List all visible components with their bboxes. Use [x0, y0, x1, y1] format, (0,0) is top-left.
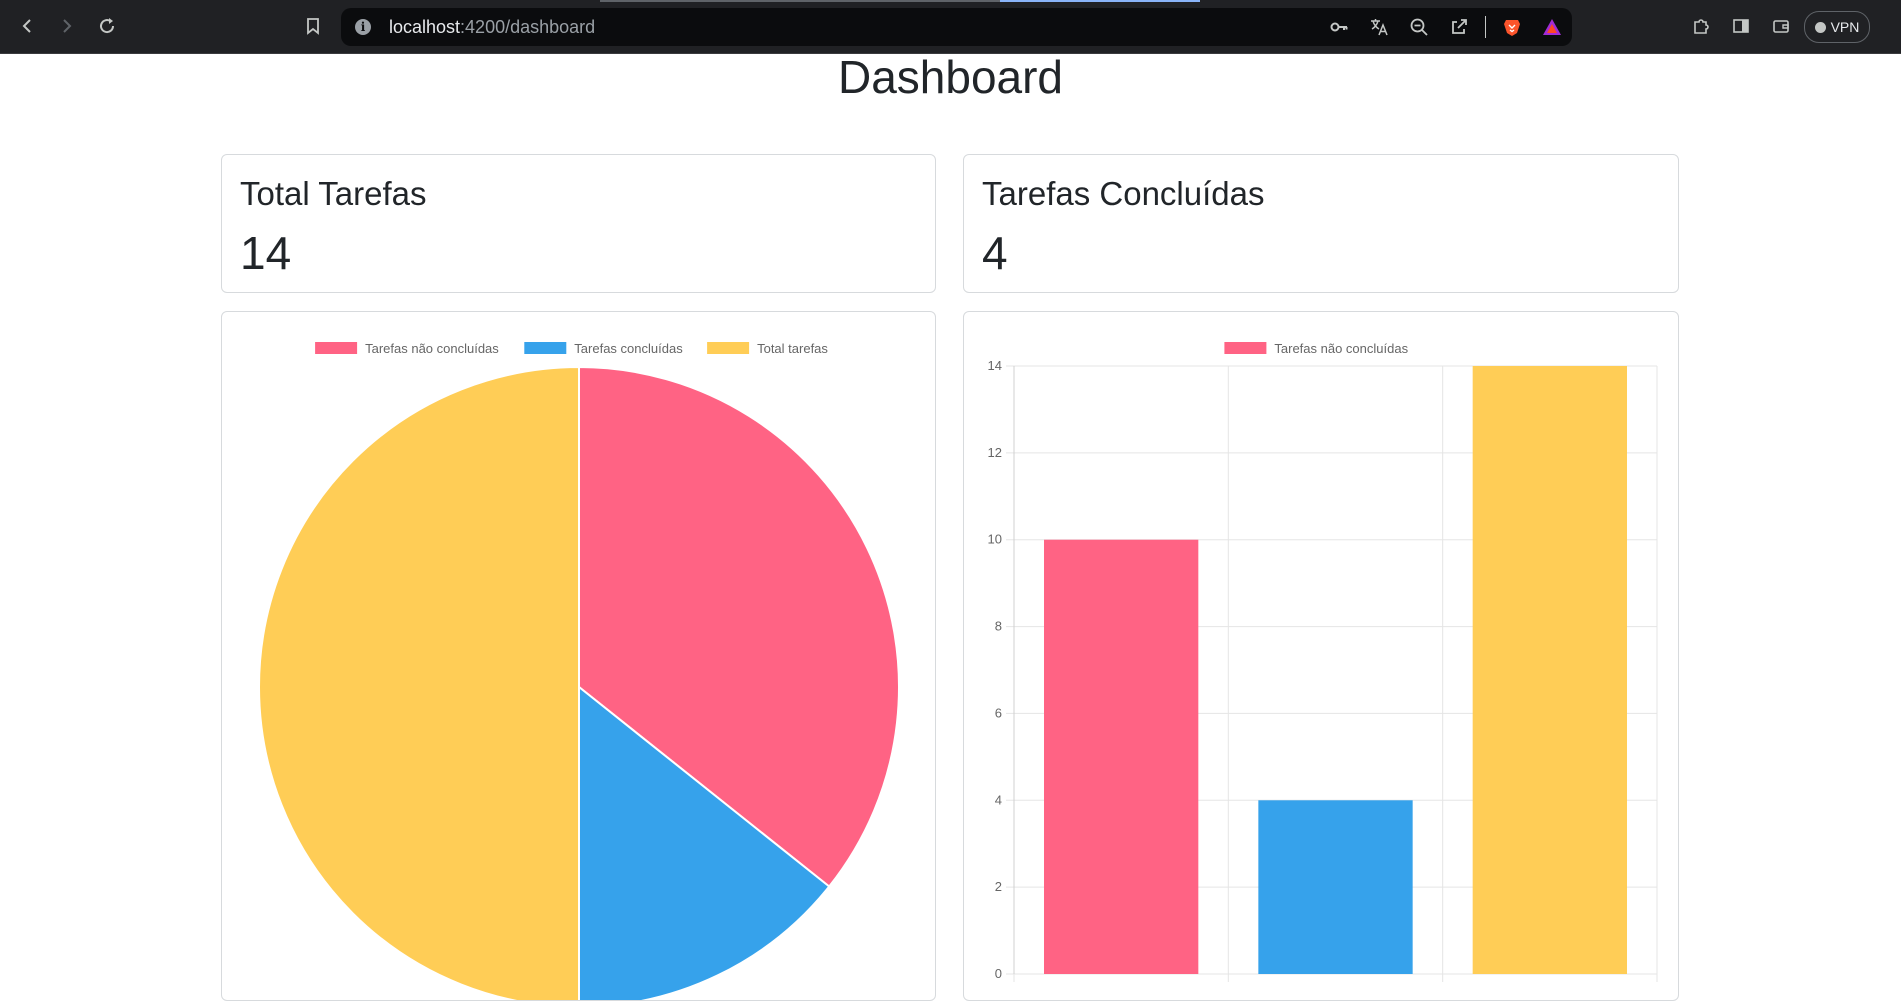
- puzzle-icon: [1694, 19, 1709, 34]
- bookmark-icon: [307, 18, 319, 35]
- card-title: Total Tarefas: [240, 175, 427, 212]
- bar: [1044, 539, 1199, 974]
- wallet-icon: [1773, 20, 1789, 33]
- pie-legend-swatch: [707, 342, 750, 354]
- bar-chart-card: Tarefas não concluídas 0 2 4 6 8 10 12 14: [963, 311, 1679, 1001]
- bar-y-tick-label: 8: [995, 619, 1002, 634]
- bar-chart: Tarefas não concluídas 0 2 4 6 8 10 12 14: [988, 341, 1658, 982]
- card-value: 14: [240, 227, 292, 279]
- pie-slice: [258, 365, 580, 1000]
- browser-toolbar: i localhost:4200/dashboard VPN: [0, 0, 1901, 54]
- toolbar-divider: [1485, 16, 1486, 38]
- sidebar-toggle-button[interactable]: [1726, 11, 1756, 41]
- vpn-status-icon: [1814, 21, 1826, 33]
- chevron-left-icon: [22, 19, 31, 33]
- bar-legend-label: Tarefas não concluídas: [1274, 341, 1408, 356]
- pie-legend-swatch: [524, 342, 567, 354]
- info-icon[interactable]: i: [355, 19, 371, 35]
- card-title: Tarefas Concluídas: [982, 175, 1265, 212]
- url-path: :4200/dashboard: [460, 17, 596, 37]
- wallet-button[interactable]: [1766, 11, 1796, 41]
- key-icon: [1330, 22, 1348, 32]
- brave-lion-icon: [1504, 20, 1520, 36]
- pie-chart-card: Tarefas não concluídas Tarefas concluídas…: [221, 311, 936, 1001]
- bar: [1258, 800, 1413, 974]
- share-icon: [1452, 19, 1467, 34]
- page-title: Dashboard: [837, 51, 1064, 103]
- url-text[interactable]: localhost:4200/dashboard: [389, 17, 595, 37]
- active-tab-indicator: [1000, 0, 1200, 2]
- address-bar-actions: [1319, 8, 1572, 46]
- bookmark-button[interactable]: [298, 11, 328, 41]
- share-button[interactable]: [1439, 8, 1479, 46]
- bar-y-tick-label: 2: [995, 879, 1002, 894]
- password-key-button[interactable]: [1319, 8, 1359, 46]
- reload-icon: [100, 18, 115, 34]
- url-host: localhost: [389, 17, 461, 37]
- bar-y-tick-label: 14: [988, 358, 1002, 373]
- pie-legend-label: Tarefas concluídas: [574, 341, 683, 356]
- pie-chart: Tarefas não concluídas Tarefas concluídas…: [258, 341, 900, 1000]
- vpn-button[interactable]: VPN: [1804, 11, 1870, 43]
- bar-y-tick-label: 12: [988, 445, 1002, 460]
- brave-rewards-button[interactable]: [1532, 8, 1572, 46]
- translate-icon: [1371, 19, 1388, 36]
- vpn-label: VPN: [1830, 19, 1860, 35]
- reload-button[interactable]: [92, 11, 122, 41]
- completed-tasks-card: Tarefas Concluídas 4: [963, 154, 1679, 293]
- forward-button[interactable]: [52, 11, 82, 41]
- bar-y-tick-label: 4: [995, 792, 1002, 807]
- bar-legend-swatch: [1224, 342, 1267, 354]
- bar-y-tick-label: 6: [995, 705, 1002, 720]
- bar-y-tick-label: 10: [988, 532, 1002, 547]
- pie-legend-swatch: [315, 342, 358, 354]
- brave-shields-button[interactable]: [1492, 8, 1532, 46]
- back-button[interactable]: [12, 11, 42, 41]
- extensions-button[interactable]: [1686, 11, 1716, 41]
- rewards-triangle-icon: [1543, 19, 1561, 35]
- zoom-button[interactable]: [1399, 8, 1439, 46]
- bar: [1472, 366, 1627, 974]
- chevron-right-icon: [63, 19, 72, 33]
- pie-legend-label: Tarefas não concluídas: [365, 341, 499, 356]
- total-tasks-card: Total Tarefas 14: [221, 154, 936, 293]
- address-bar[interactable]: i localhost:4200/dashboard: [341, 8, 1572, 46]
- sidebar-icon: [1733, 19, 1749, 33]
- zoom-out-icon: [1410, 18, 1428, 36]
- bar-y-tick-label: 0: [995, 966, 1002, 981]
- translate-button[interactable]: [1359, 8, 1399, 46]
- pie-legend-label: Total tarefas: [757, 341, 828, 356]
- card-value: 4: [982, 227, 1008, 279]
